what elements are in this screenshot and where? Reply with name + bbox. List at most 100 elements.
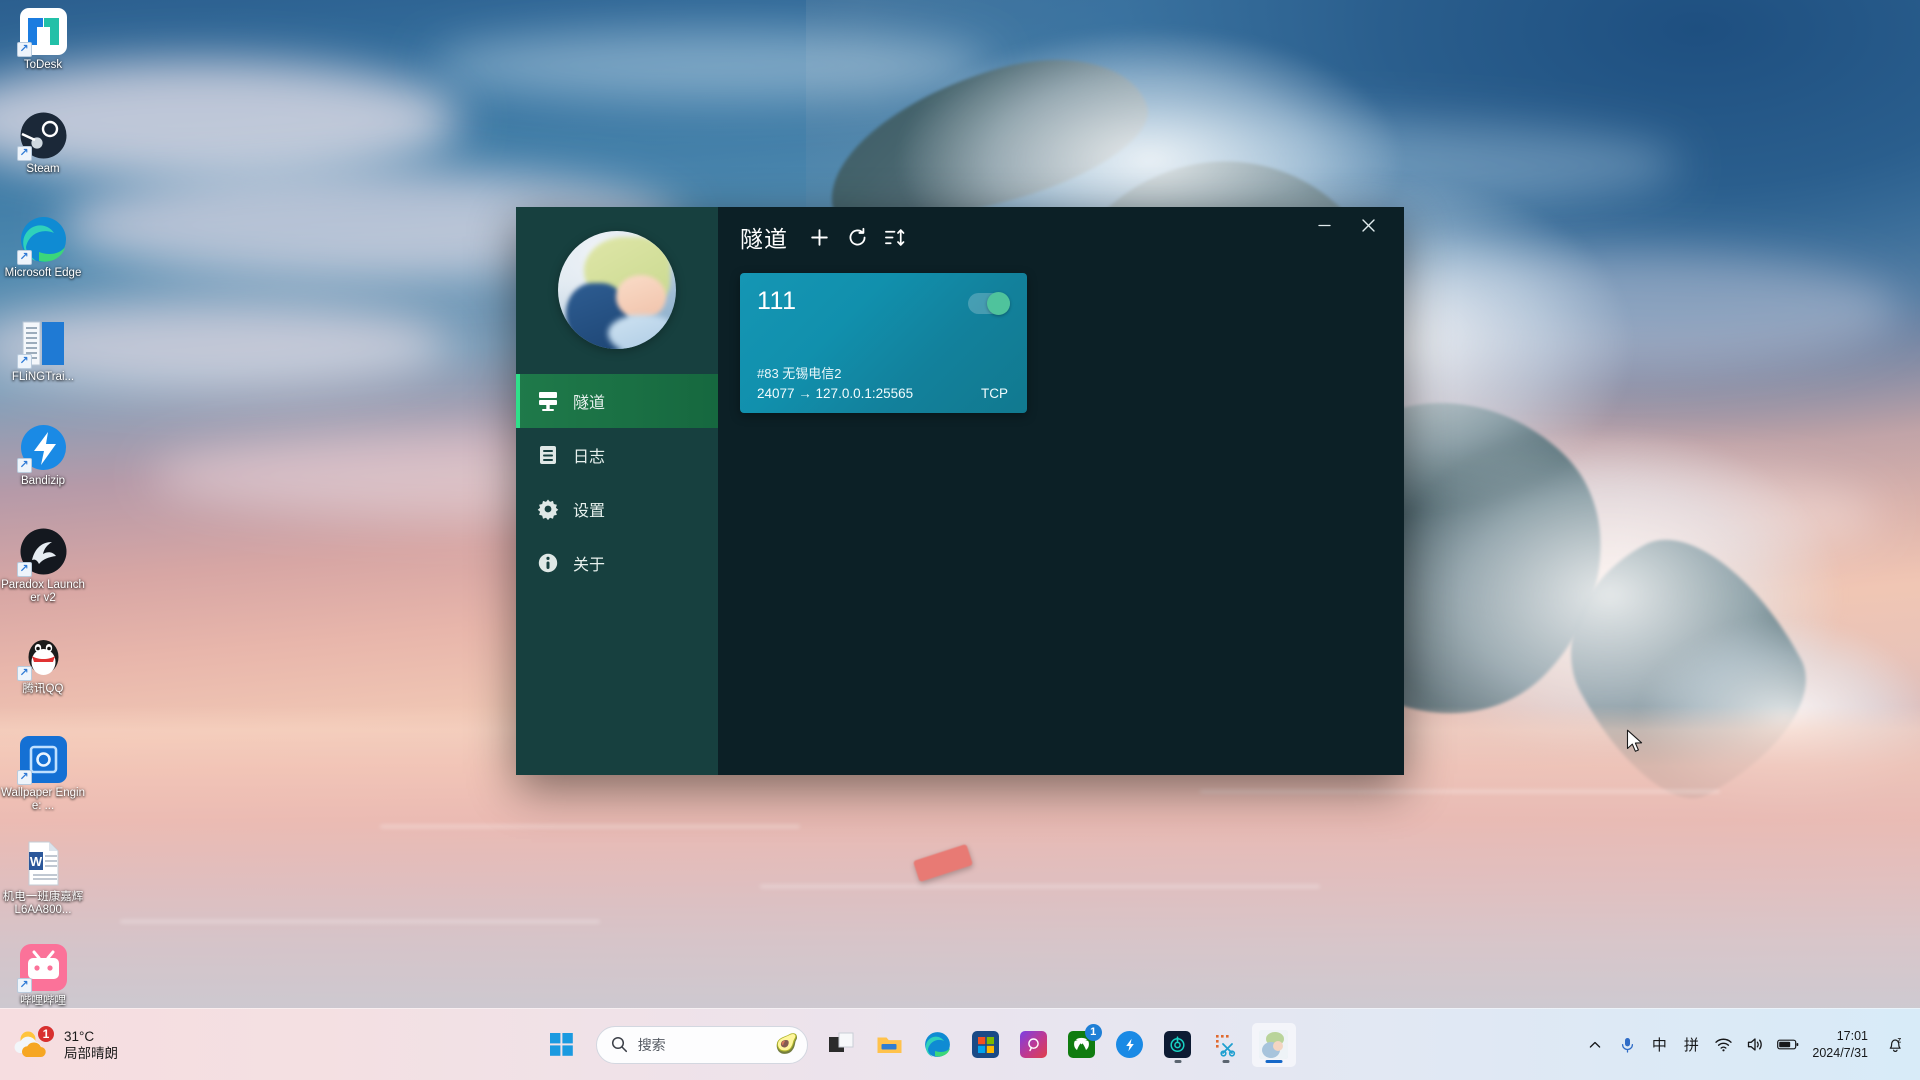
add-tunnel-button[interactable]: [803, 221, 835, 253]
app-main: 隧道: [718, 207, 1404, 775]
gear-icon: [536, 497, 560, 521]
app-titlebar[interactable]: 隧道: [718, 207, 1404, 267]
ime-mode-button[interactable]: 中: [1644, 1023, 1674, 1067]
desktop-icon-5[interactable]: ↗Bandizip: [0, 418, 86, 522]
taskbar-app-sakurafrp[interactable]: [1252, 1023, 1296, 1067]
shortcut-arrow-icon: ↗: [17, 666, 32, 681]
desktop-icon-8[interactable]: ↗Wallpaper Engine: ...: [0, 730, 86, 834]
log-icon: [536, 443, 560, 467]
taskbar-app-file-explorer[interactable]: [868, 1023, 912, 1067]
close-button[interactable]: [1346, 207, 1390, 243]
desktop-icon-label: ToDesk: [0, 59, 86, 72]
ime-pinyin-button[interactable]: 拼: [1676, 1023, 1706, 1067]
desktop-icon-3[interactable]: ↗Microsoft Edge: [0, 210, 86, 314]
app-sidebar: 隧道日志设置关于: [516, 207, 718, 775]
desktop-icon-label: 机电一班康嘉辉L6AA800...: [0, 891, 86, 917]
sakurafrp-icon: [1259, 1030, 1288, 1059]
weather-widget[interactable]: 1 31°C 局部晴朗: [0, 1027, 255, 1063]
tunnel-card[interactable]: 111#83 无锡电信224077 → 127.0.0.1:25565TCP: [740, 273, 1027, 413]
taskbar-app-snipping-tool[interactable]: [1204, 1023, 1248, 1067]
plus-icon: [809, 227, 830, 248]
focused-indicator: [1265, 1060, 1282, 1063]
refresh-button[interactable]: [841, 221, 873, 253]
steam-icon: ↗: [20, 112, 67, 159]
desktop-icon-grid: ↗ ToDesk ↗Steam↗Microsoft Edge↗FLiNGTrai..…: [0, 0, 290, 1080]
windows-taskbar: 1 31°C 局部晴朗 搜索 🥑: [0, 1008, 1920, 1080]
notification-dnd-icon: Z: [1887, 1036, 1904, 1053]
minimize-icon: [1317, 218, 1332, 233]
desktop-icon-6[interactable]: ↗Paradox Launcher v2: [0, 522, 86, 626]
taskbar-app-task-view[interactable]: [820, 1023, 864, 1067]
sidebar-item-3[interactable]: 设置: [516, 482, 718, 536]
sidebar-item-label: 隧道: [573, 389, 605, 413]
tray-overflow-button[interactable]: [1580, 1023, 1610, 1067]
taskbar-app-xbox[interactable]: 1: [1060, 1023, 1104, 1067]
start-button[interactable]: [540, 1023, 584, 1067]
taskbar-app-microsoft-store[interactable]: [964, 1023, 1008, 1067]
running-indicator: [1222, 1060, 1229, 1063]
battery-button[interactable]: [1772, 1023, 1804, 1067]
taskbar-app-copilot[interactable]: [1012, 1023, 1056, 1067]
avatar-art: [608, 315, 676, 349]
sidebar-item-label: 日志: [573, 443, 605, 467]
start-icon: [550, 1033, 573, 1056]
weather-notification-badge: 1: [36, 1024, 56, 1044]
taskbar-app-uu-booster[interactable]: [1156, 1023, 1200, 1067]
shortcut-arrow-icon: ↗: [17, 42, 32, 57]
window-controls: [1302, 207, 1390, 267]
avatar[interactable]: [558, 231, 676, 349]
avatar-container: [516, 207, 718, 372]
shortcut-arrow-icon: ↗: [17, 250, 32, 265]
svg-text:W: W: [29, 854, 42, 869]
weather-text: 31°C 局部晴朗: [64, 1028, 118, 1062]
avatar-art: [616, 275, 666, 319]
shortcut-arrow-icon: ↗: [17, 146, 32, 161]
word-document-icon: W: [20, 840, 67, 887]
desktop-icon-1[interactable]: ↗ ToDesk: [0, 2, 86, 106]
microsoft-store-icon: [972, 1031, 999, 1058]
tunnel-card-bottom: #83 无锡电信224077 → 127.0.0.1:25565TCP: [757, 363, 1010, 401]
desktop-icon-9[interactable]: W 机电一班康嘉辉L6AA800...: [0, 834, 86, 938]
desktop-icon-4[interactable]: ↗FLiNGTrai...: [0, 314, 86, 418]
bandizip-icon: ↗: [20, 424, 67, 471]
taskbar-center: 搜索 🥑: [255, 1023, 1580, 1067]
svg-text:Z: Z: [1897, 1037, 1901, 1044]
sakurafrp-window[interactable]: 隧道日志设置关于 隧道: [516, 207, 1404, 775]
sidebar-item-2[interactable]: 日志: [516, 428, 718, 482]
system-tray: 中 拼 17:01 2024/7/31: [1580, 1023, 1920, 1067]
wifi-button[interactable]: [1708, 1023, 1738, 1067]
page-title: 隧道: [740, 220, 788, 254]
taskbar-app-microsoft-edge[interactable]: [916, 1023, 960, 1067]
clock-widget[interactable]: 17:01 2024/7/31: [1806, 1028, 1878, 1062]
tunnel-address: 24077 → 127.0.0.1:25565: [757, 386, 913, 401]
notification-button[interactable]: Z: [1880, 1023, 1910, 1067]
sort-button[interactable]: [879, 221, 911, 253]
wallpaper-cloud: [430, 30, 990, 100]
sidebar-nav: 隧道日志设置关于: [516, 372, 718, 775]
edge-icon: [924, 1031, 951, 1058]
paradox-launcher-icon: ↗: [20, 528, 67, 575]
sidebar-item-4[interactable]: 关于: [516, 536, 718, 590]
info-icon: [536, 551, 560, 575]
running-indicator: [1174, 1060, 1181, 1063]
desktop-icon-7[interactable]: ↗ 腾讯QQ: [0, 626, 86, 730]
desktop-icon-label: 腾讯QQ: [0, 683, 86, 696]
tunnel-toggle[interactable]: [968, 293, 1010, 314]
desktop-icon-label: Wallpaper Engine: ...: [0, 787, 86, 813]
tunnel-protocol: TCP: [981, 386, 1010, 401]
desktop-icon-2[interactable]: ↗Steam: [0, 106, 86, 210]
copilot-icon: [1020, 1031, 1047, 1058]
volume-button[interactable]: [1740, 1023, 1770, 1067]
file-explorer-icon: [876, 1031, 903, 1058]
search-avatar-emoji: 🥑: [775, 1035, 799, 1054]
wallpaper-water-streak: [380, 825, 800, 828]
microphone-icon: [1620, 1037, 1635, 1053]
snipping-tool-icon: [1212, 1031, 1239, 1058]
search-input[interactable]: 搜索 🥑: [596, 1026, 808, 1064]
microphone-button[interactable]: [1612, 1023, 1642, 1067]
todesk-icon: ↗: [20, 8, 67, 55]
shortcut-arrow-icon: ↗: [17, 562, 32, 577]
taskbar-app-bandizip[interactable]: [1108, 1023, 1152, 1067]
minimize-button[interactable]: [1302, 207, 1346, 243]
sidebar-item-1[interactable]: 隧道: [516, 374, 718, 428]
